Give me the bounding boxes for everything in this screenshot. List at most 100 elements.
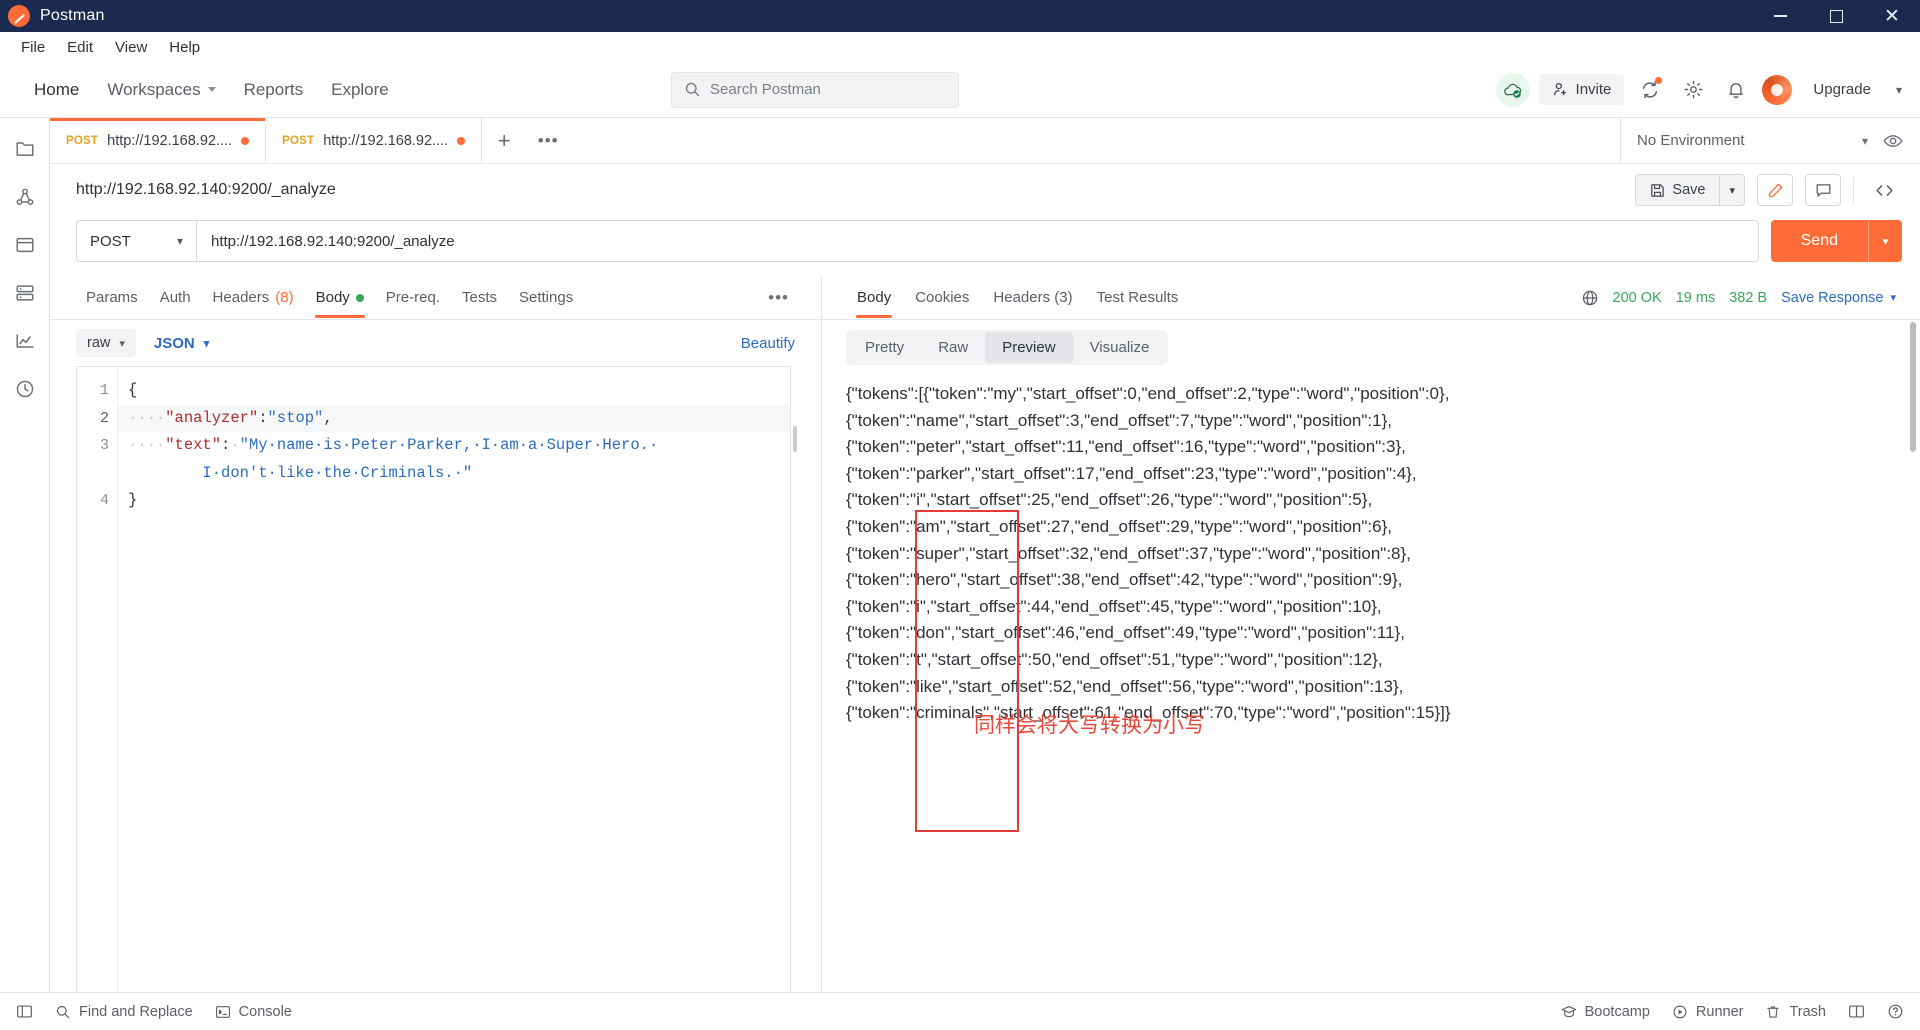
request-tab-0[interactable]: POST http://192.168.92....	[50, 118, 267, 163]
editor-scrollbar[interactable]	[791, 366, 799, 992]
runner-button[interactable]: Runner	[1672, 1004, 1743, 1020]
editor-scrollbar-thumb[interactable]	[793, 426, 797, 452]
api-icon	[16, 188, 33, 205]
tab-auth[interactable]: Auth	[150, 278, 201, 317]
find-and-replace-label: Find and Replace	[79, 1003, 193, 1020]
comments-button[interactable]	[1805, 174, 1841, 206]
code-content[interactable]: {····"analyzer":"stop", ····"text":·"My·n…	[117, 367, 790, 992]
sidebar-item-monitors[interactable]	[8, 324, 42, 358]
maximize-icon[interactable]	[1808, 0, 1864, 32]
request-tab-1[interactable]: POST http://192.168.92....	[266, 118, 483, 163]
tab-settings[interactable]: Settings	[509, 278, 583, 317]
request-tabs-more-button[interactable]: •••	[762, 288, 795, 308]
code-snippet-button[interactable]	[1866, 174, 1902, 206]
nav-item-reports[interactable]: Reports	[230, 72, 318, 108]
app-title: Postman	[40, 7, 105, 24]
save-label: Save	[1672, 182, 1706, 198]
menu-item-edit[interactable]: Edit	[56, 36, 104, 59]
trash-button[interactable]: Trash	[1765, 1004, 1826, 1020]
url-input[interactable]: http://192.168.92.140:9200/_analyze	[196, 220, 1759, 262]
menu-item-help[interactable]: Help	[158, 36, 211, 59]
monitor-graph-icon	[15, 334, 34, 348]
sync-activity-button[interactable]	[1633, 73, 1667, 107]
tab-settings-label: Settings	[519, 289, 574, 306]
menu-item-view[interactable]: View	[104, 36, 158, 59]
title-bar: Postman ✕	[0, 0, 1920, 32]
sidebar-item-collections[interactable]	[8, 132, 42, 166]
upgrade-button[interactable]: Upgrade	[1801, 74, 1883, 105]
minimize-icon[interactable]	[1752, 0, 1808, 32]
view-tab-pretty[interactable]: Pretty	[848, 332, 921, 363]
response-scrollbar-thumb[interactable]	[1910, 322, 1916, 452]
nav-overflow-chevron-icon[interactable]: ▾	[1892, 83, 1906, 97]
response-tab-headers[interactable]: Headers (3)	[982, 278, 1083, 317]
person-add-icon	[1553, 82, 1566, 96]
console-button[interactable]: Console	[215, 1004, 292, 1020]
find-and-replace-button[interactable]: Find and Replace	[55, 1004, 193, 1020]
line-number: 3	[99, 437, 109, 454]
nav-bar: Home Workspaces Reports Explore Search P…	[0, 62, 1920, 118]
bootcamp-button[interactable]: Bootcamp	[1561, 1004, 1650, 1020]
search-input[interactable]: Search Postman	[671, 71, 960, 108]
tab-pre-request-label: Pre-req.	[385, 289, 440, 306]
settings-button[interactable]	[1676, 73, 1710, 107]
save-button[interactable]: Save	[1636, 175, 1721, 205]
view-tab-raw[interactable]: Raw	[921, 332, 985, 363]
two-pane-view-button[interactable]	[1848, 1003, 1865, 1020]
request-title-row: http://192.168.92.140:9200/_analyze Save…	[50, 164, 1920, 216]
panel-toggle-icon	[17, 1005, 32, 1018]
code-editor[interactable]: 1 2 3 4 {····"analyzer":"stop", ····"text…	[76, 366, 791, 992]
cloud-check-icon	[1503, 83, 1521, 98]
sidebar-item-apis[interactable]	[8, 180, 42, 214]
nav-home-label: Home	[34, 79, 80, 99]
tab-tests[interactable]: Tests	[452, 278, 507, 317]
tab-headers[interactable]: Headers (8)	[203, 278, 304, 317]
nav-item-workspaces[interactable]: Workspaces	[93, 72, 229, 108]
nav-item-home[interactable]: Home	[20, 72, 93, 108]
method-selector[interactable]: POST ▾	[76, 220, 196, 262]
code-token: :	[221, 436, 231, 454]
sidebar-toggle-button[interactable]	[16, 1003, 33, 1020]
tab-options-button[interactable]: •••	[526, 118, 570, 163]
beautify-button[interactable]: Beautify	[741, 335, 795, 352]
view-tab-visualize[interactable]: Visualize	[1073, 332, 1167, 363]
menu-item-file[interactable]: File	[10, 36, 56, 59]
tab-headers-count: (8)	[275, 289, 294, 306]
body-mode-selector[interactable]: raw ▾	[76, 329, 136, 357]
edit-request-button[interactable]	[1757, 174, 1793, 206]
response-tab-cookies[interactable]: Cookies	[904, 278, 980, 317]
chevron-down-icon: ▾	[1890, 292, 1896, 304]
body-language-selector[interactable]: JSON ▾	[154, 335, 209, 352]
send-button[interactable]: Send	[1770, 220, 1868, 262]
sidebar-item-history[interactable]	[8, 372, 42, 406]
tab-body[interactable]: Body	[306, 278, 374, 318]
avatar[interactable]	[1762, 74, 1793, 105]
tab-params[interactable]: Params	[76, 278, 148, 317]
save-options-chevron-icon[interactable]: ▾	[1720, 175, 1744, 205]
invite-button[interactable]: Invite	[1538, 74, 1625, 105]
search-icon	[685, 82, 700, 97]
tab-pre-request[interactable]: Pre-req.	[376, 278, 450, 317]
send-options-chevron-icon[interactable]: ▾	[1868, 220, 1902, 262]
save-response-button[interactable]: Save Response ▾	[1781, 290, 1896, 306]
response-tab-body[interactable]: Body	[846, 278, 902, 318]
close-icon[interactable]: ✕	[1864, 0, 1920, 32]
new-tab-button[interactable]: +	[482, 118, 526, 163]
response-body[interactable]: {"tokens":[{"token":"my","start_offset":…	[822, 365, 1920, 992]
nav-item-explore[interactable]: Explore	[317, 72, 403, 108]
help-button[interactable]	[1887, 1003, 1904, 1020]
sync-status-icon[interactable]	[1495, 72, 1530, 107]
history-clock-icon	[16, 380, 33, 398]
view-tab-preview[interactable]: Preview	[985, 332, 1073, 363]
chevron-down-icon: ▾	[203, 337, 210, 350]
tab-method-1: POST	[282, 134, 315, 147]
sidebar-item-mock-servers[interactable]	[8, 276, 42, 310]
response-tab-test-results[interactable]: Test Results	[1086, 278, 1190, 317]
network-globe-icon[interactable]	[1581, 289, 1599, 307]
notifications-button[interactable]	[1719, 73, 1753, 107]
environment-selector[interactable]: No Environment ▾	[1637, 132, 1868, 149]
environment-quick-look-button[interactable]	[1882, 130, 1904, 152]
sidebar-item-environments[interactable]	[8, 228, 42, 262]
menu-bar: File Edit View Help	[0, 32, 1920, 62]
line-number: 1	[99, 382, 109, 399]
